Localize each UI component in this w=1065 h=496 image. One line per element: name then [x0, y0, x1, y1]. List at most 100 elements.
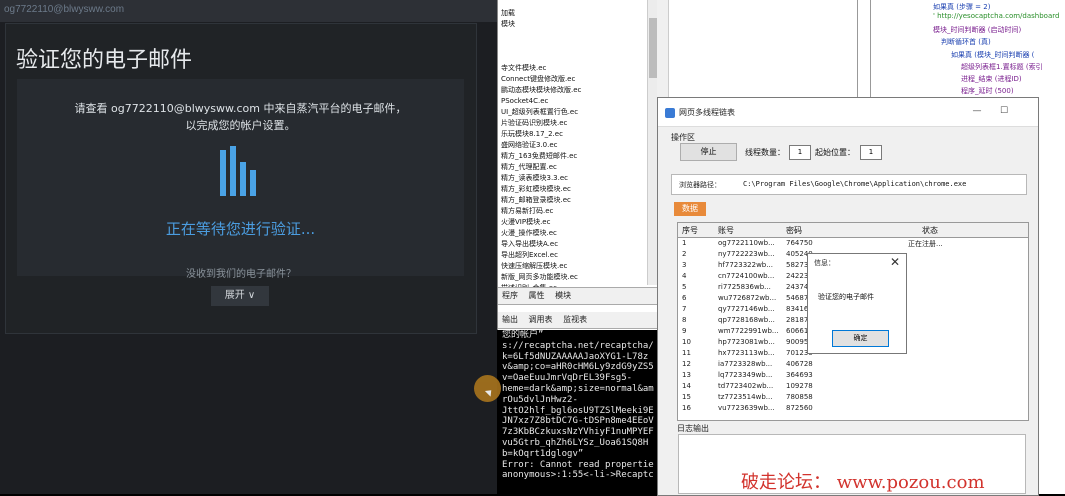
tree-item[interactable]: 导入导出模块A.ec — [501, 239, 646, 250]
tree-item[interactable] — [501, 30, 646, 41]
code-line: 超级列表框1.置标题 (索引 — [961, 63, 1043, 71]
tree-item[interactable]: 精方_邮箱登录模块.ec — [501, 195, 646, 206]
minimize-icon[interactable]: — — [965, 101, 989, 121]
tab-call-table[interactable]: 调用表 — [525, 312, 557, 327]
table-row[interactable]: 16 vu7723639wb... 872560 — [678, 403, 1028, 414]
window-titlebar[interactable]: 网页多线程链表 — ☐ — [658, 98, 1038, 127]
cell-index: 2 — [682, 250, 687, 258]
tab-output[interactable]: 输出 — [498, 312, 522, 327]
expand-button[interactable]: 展开 ∨ — [211, 286, 269, 306]
table-row[interactable]: 13 lq7723349wb... 364693 — [678, 370, 1028, 381]
cell-index: 4 — [682, 272, 687, 280]
mouse-cursor-icon — [474, 375, 501, 402]
maximize-icon[interactable]: ☐ — [992, 101, 1016, 121]
stop-button[interactable]: 停止 — [680, 143, 737, 161]
ok-button[interactable]: 确定 — [832, 330, 889, 347]
tab-properties[interactable]: 属性 — [525, 288, 549, 303]
tree-item[interactable]: 盛网络验证3.0.ec — [501, 140, 646, 151]
account-email: og7722110@blwysww.com — [4, 4, 125, 15]
console-line: v=OaeEuuJmrVqDrEL39Fsg5- — [502, 373, 633, 384]
cell-index: 16 — [682, 404, 691, 412]
tree-item[interactable]: 导出超列Excel.ec — [501, 250, 646, 261]
tree-item[interactable]: 新版_网页多功能模块.ec — [501, 272, 646, 283]
cell-account: qy7727146wb... — [718, 305, 775, 313]
module-tree[interactable]: 加载 模块寺文件模块.ec Connect键盘修改版.ec 鹏动态模块模块修改版.ec… — [501, 8, 646, 294]
cell-account: td7723402wb... — [718, 382, 774, 390]
verify-content: 请查看 og7722110@blwysww.com 中来自蒸汽平台的电子邮件， … — [17, 79, 464, 276]
console-line: s://recaptcha.net/recaptcha/ — [502, 340, 654, 351]
console-line: vu5Gtrb_qhZh6LYSz_Uoa61SQ8H — [502, 437, 649, 448]
tree-item[interactable]: 精方_读表模块3.3.ec — [501, 173, 646, 184]
tree-item[interactable]: 火漫_操作模块.ec — [501, 228, 646, 239]
cell-index: 10 — [682, 338, 691, 346]
cell-password: 780858 — [786, 393, 813, 401]
info-message: 验证您的电子邮件 — [818, 293, 874, 301]
cell-password: 364693 — [786, 371, 813, 379]
browser-path-value[interactable]: C:\Program Files\Google\Chrome\Applicati… — [743, 180, 966, 188]
code-line: 如果真 (模块_时间判断器 ( — [951, 51, 1035, 59]
loading-bars-icon — [220, 146, 256, 196]
cell-account: ri7725836wb... — [718, 283, 771, 291]
code-line: 模块_时间判断器 (启动时间) — [933, 26, 1022, 34]
cell-account: hp7723081wb... — [718, 338, 775, 346]
code-line: ' http://yesocaptcha.com/dashboard — [933, 12, 1060, 20]
tree-item[interactable]: 鹏动态模块模块修改版.ec — [501, 85, 646, 96]
cell-account: ia7723328wb... — [718, 360, 773, 368]
cell-index: 15 — [682, 393, 691, 401]
info-title: 信息： — [814, 259, 835, 267]
cell-password: 872560 — [786, 404, 813, 412]
tree-item[interactable]: Connect键盘修改版.ec — [501, 74, 646, 85]
thread-count-input[interactable]: 1 — [789, 145, 811, 160]
table-header: 序号 账号 密码 状态 — [678, 223, 1028, 238]
project-tabs: 程序 属性 模块 — [498, 287, 658, 305]
tree-item[interactable]: 寺文件模块.ec — [501, 63, 646, 74]
tab-modules[interactable]: 模块 — [551, 288, 575, 303]
cell-password: 406728 — [786, 360, 813, 368]
tree-item[interactable]: 精方_163免费短邮件.ec — [501, 151, 646, 162]
tree-item[interactable]: 快速压缩解压模块.ec — [501, 261, 646, 272]
console-line: JN7xz7Z8btDC7G-tDSPn8me4EEoV — [502, 416, 654, 427]
tab-watch-table[interactable]: 监视表 — [559, 312, 591, 327]
tree-item[interactable] — [501, 41, 646, 52]
verify-message-line1: 请查看 og7722110@blwysww.com 中来自蒸汽平台的电子邮件， — [74, 102, 407, 115]
account-email-strip: og7722110@blwysww.com — [0, 0, 497, 22]
operation-group-label: 操作区 — [671, 133, 695, 142]
table-row[interactable]: 14 td7723402wb... 109278 — [678, 381, 1028, 392]
table-row[interactable]: 12 ia7723328wb... 406728 — [678, 359, 1028, 370]
col-account: 账号 — [718, 226, 734, 235]
no-email-prompt: 没收到我们的电子邮件？ — [186, 269, 296, 280]
cell-password: 764750 — [786, 239, 813, 247]
cell-status: 正在注册... — [908, 240, 943, 248]
col-index: 序号 — [682, 226, 698, 235]
cell-index: 5 — [682, 283, 687, 291]
start-position-label: 起始位置： — [815, 148, 855, 157]
tree-item[interactable]: 片验证码识别模块.ec — [501, 118, 646, 129]
tree-item[interactable]: 模块 — [501, 19, 646, 30]
tree-item[interactable]: 乐玩模块8.17_2.ec — [501, 129, 646, 140]
tree-item[interactable]: 加载 — [501, 8, 646, 19]
start-position-input[interactable]: 1 — [860, 145, 882, 160]
cell-index: 7 — [682, 305, 687, 313]
tree-item[interactable]: 火漫VIP模块.ec — [501, 217, 646, 228]
tree-item[interactable]: 精方_代理配置.ec — [501, 162, 646, 173]
table-row[interactable]: 15 tz7723514wb... 780858 — [678, 392, 1028, 403]
window-title: 网页多线程链表 — [679, 108, 735, 117]
close-icon[interactable]: ✕ — [890, 255, 900, 269]
tree-item[interactable]: 精方_彩虹模块模块.ec — [501, 184, 646, 195]
console-line: JttO2hlf_bgl6osU9TZSlMeeki9E — [502, 405, 654, 416]
tree-item[interactable]: UI_超级列表框置行色.ec — [501, 107, 646, 118]
console-line: k=6Lf5dNUZAAAAAJaoXYG1-L78z — [502, 351, 649, 362]
tree-item[interactable]: 精方易新打码.ec — [501, 206, 646, 217]
editor-scrollbar[interactable] — [657, 0, 669, 97]
tab-data[interactable]: 数据 — [674, 202, 706, 216]
console-line: Error: Cannot read propertie — [502, 459, 654, 470]
output-console: 您的帐户” s://recaptcha.net/recaptcha/k=6Lf5d… — [497, 330, 657, 494]
waiting-status: 正在等待您进行验证... — [165, 220, 316, 238]
tab-program[interactable]: 程序 — [498, 288, 522, 303]
tree-item[interactable]: PSocket4C.ec — [501, 96, 646, 107]
table-row[interactable]: 1 og7722110wb... 764750 正在注册... — [678, 238, 1028, 249]
editor-gap — [657, 0, 870, 97]
code-editor-strip — [1037, 97, 1065, 494]
browser-path-field[interactable]: 浏览器路径： C:\Program Files\Google\Chrome\Ap… — [671, 174, 1027, 195]
tree-item[interactable] — [501, 52, 646, 63]
